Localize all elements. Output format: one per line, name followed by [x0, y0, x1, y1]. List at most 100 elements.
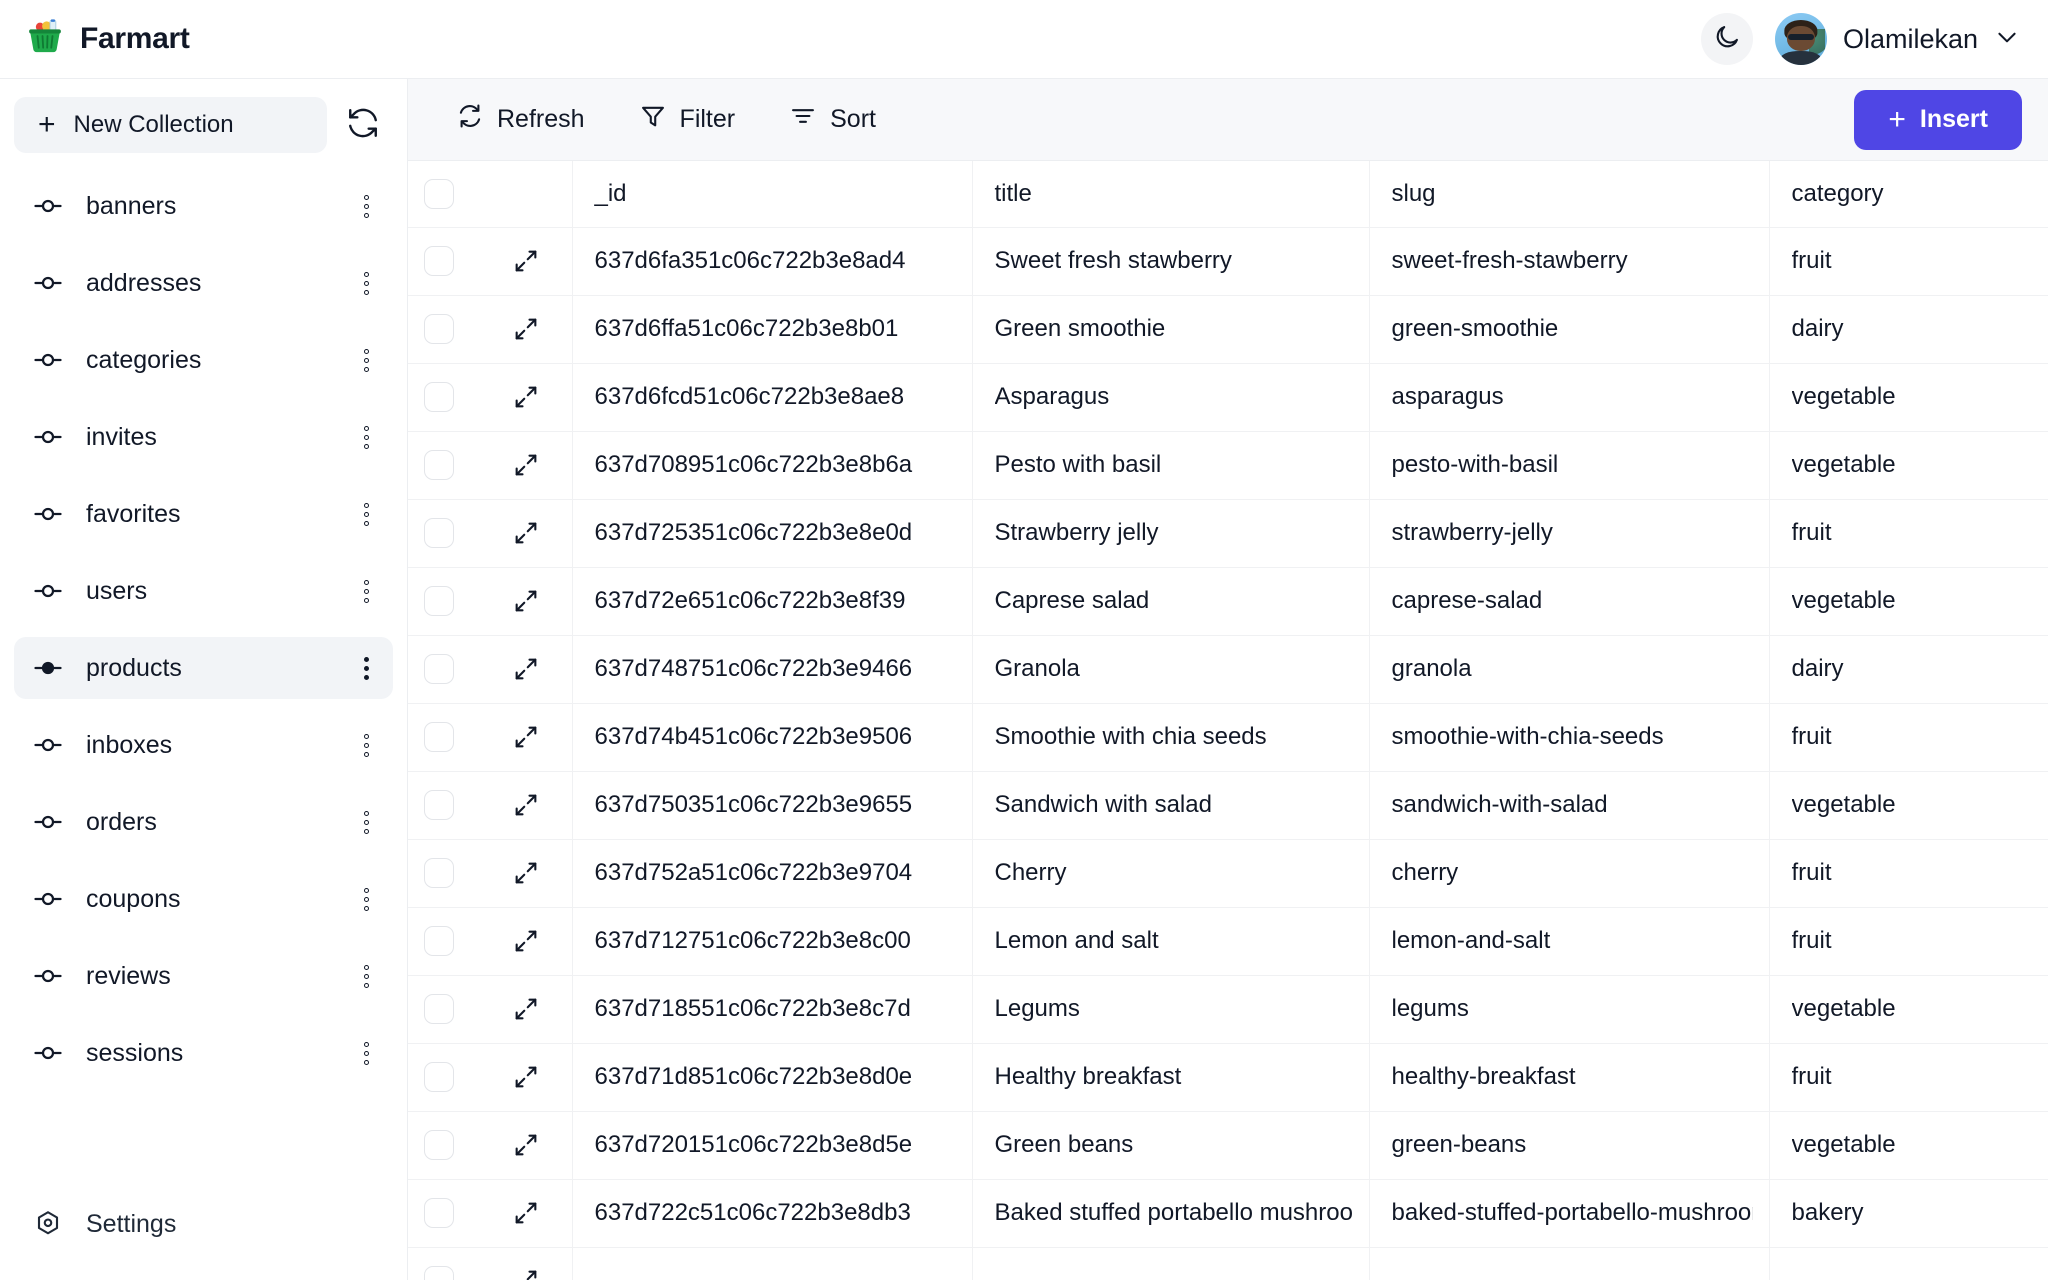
table-row[interactable]: 637d71d851c06c722b3e8d0eHealthy breakfas… — [408, 1043, 2048, 1111]
table-row[interactable]: 637d725351c06c722b3e8e0dStrawberry jelly… — [408, 499, 2048, 567]
row-expand-cell[interactable] — [480, 635, 572, 703]
cell-category[interactable]: vegetable — [1769, 1111, 2048, 1179]
row-expand-cell[interactable] — [480, 975, 572, 1043]
cell-category[interactable]: vegetable — [1769, 975, 2048, 1043]
cell-title[interactable]: Lemon and salt — [972, 907, 1369, 975]
more-vertical-icon[interactable] — [358, 189, 375, 224]
checkbox-unchecked-icon[interactable] — [424, 586, 454, 616]
cell-category[interactable]: vegetable — [1769, 567, 2048, 635]
cell-slug[interactable]: lemon-and-salt — [1369, 907, 1769, 975]
cell-slug[interactable]: granola — [1369, 635, 1769, 703]
row-select-cell[interactable] — [408, 635, 480, 703]
checkbox-unchecked-icon[interactable] — [424, 994, 454, 1024]
row-select-cell[interactable] — [408, 567, 480, 635]
cell-id[interactable] — [572, 1247, 972, 1280]
user-menu[interactable]: Olamilekan — [1775, 13, 2020, 65]
expand-diagonal-icon[interactable] — [496, 655, 556, 683]
cell-category[interactable]: dairy — [1769, 635, 2048, 703]
data-table-container[interactable]: _id title slug category 637d6fa351c06c72… — [408, 161, 2048, 1280]
cell-slug[interactable]: strawberry-jelly — [1369, 499, 1769, 567]
checkbox-unchecked-icon[interactable] — [424, 926, 454, 956]
checkbox-unchecked-icon[interactable] — [424, 790, 454, 820]
sidebar-item-coupons[interactable]: coupons — [14, 868, 393, 930]
row-expand-cell[interactable] — [480, 295, 572, 363]
table-row[interactable]: 637d72e651c06c722b3e8f39Caprese saladcap… — [408, 567, 2048, 635]
checkbox-unchecked-icon[interactable] — [424, 246, 454, 276]
cell-category[interactable]: fruit — [1769, 1043, 2048, 1111]
table-row[interactable]: 637d708951c06c722b3e8b6aPesto with basil… — [408, 431, 2048, 499]
checkbox-unchecked-icon[interactable] — [424, 314, 454, 344]
cell-id[interactable]: 637d71d851c06c722b3e8d0e — [572, 1043, 972, 1111]
row-expand-cell[interactable] — [480, 431, 572, 499]
cell-title[interactable]: Strawberry jelly — [972, 499, 1369, 567]
theme-toggle-button[interactable] — [1701, 13, 1753, 65]
filter-button[interactable]: Filter — [625, 94, 750, 146]
expand-diagonal-icon[interactable] — [496, 451, 556, 479]
expand-diagonal-icon[interactable] — [496, 995, 556, 1023]
cell-slug[interactable]: cherry — [1369, 839, 1769, 907]
checkbox-unchecked-icon[interactable] — [424, 450, 454, 480]
cell-title[interactable]: Healthy breakfast — [972, 1043, 1369, 1111]
cell-id[interactable]: 637d720151c06c722b3e8d5e — [572, 1111, 972, 1179]
expand-diagonal-icon[interactable] — [496, 723, 556, 751]
cell-category[interactable]: fruit — [1769, 703, 2048, 771]
row-select-cell[interactable] — [408, 1179, 480, 1247]
row-select-cell[interactable] — [408, 703, 480, 771]
row-expand-cell[interactable] — [480, 499, 572, 567]
cell-id[interactable]: 637d750351c06c722b3e9655 — [572, 771, 972, 839]
more-vertical-icon[interactable] — [358, 882, 375, 917]
checkbox-unchecked-icon[interactable] — [424, 382, 454, 412]
cell-id[interactable]: 637d6fa351c06c722b3e8ad4 — [572, 227, 972, 295]
sync-collections-button[interactable] — [341, 103, 385, 147]
column-header-id[interactable]: _id — [572, 161, 972, 227]
sidebar-item-invites[interactable]: invites — [14, 406, 393, 468]
row-select-cell[interactable] — [408, 363, 480, 431]
row-select-cell[interactable] — [408, 975, 480, 1043]
row-select-cell[interactable] — [408, 295, 480, 363]
expand-diagonal-icon[interactable] — [496, 315, 556, 343]
refresh-button[interactable]: Refresh — [442, 94, 599, 146]
row-select-cell[interactable] — [408, 227, 480, 295]
row-select-cell[interactable] — [408, 1111, 480, 1179]
cell-slug[interactable]: sweet-fresh-stawberry — [1369, 227, 1769, 295]
sidebar-item-settings[interactable]: Settings — [14, 1194, 393, 1254]
more-vertical-icon[interactable] — [358, 266, 375, 301]
expand-diagonal-icon[interactable] — [496, 247, 556, 275]
cell-slug[interactable]: asparagus — [1369, 363, 1769, 431]
cell-slug[interactable]: legums — [1369, 975, 1769, 1043]
checkbox-unchecked-icon[interactable] — [424, 179, 454, 209]
cell-category[interactable]: fruit — [1769, 839, 2048, 907]
row-expand-cell[interactable] — [480, 1179, 572, 1247]
cell-id[interactable]: 637d72e651c06c722b3e8f39 — [572, 567, 972, 635]
cell-id[interactable]: 637d6fcd51c06c722b3e8ae8 — [572, 363, 972, 431]
row-expand-cell[interactable] — [480, 1111, 572, 1179]
expand-diagonal-icon[interactable] — [496, 859, 556, 887]
cell-id[interactable]: 637d718551c06c722b3e8c7d — [572, 975, 972, 1043]
row-expand-cell[interactable] — [480, 771, 572, 839]
checkbox-unchecked-icon[interactable] — [424, 1266, 454, 1280]
row-expand-cell[interactable] — [480, 567, 572, 635]
sidebar-item-sessions[interactable]: sessions — [14, 1022, 393, 1084]
column-header-category[interactable]: category — [1769, 161, 2048, 227]
table-row[interactable]: 637d6fcd51c06c722b3e8ae8Asparagusasparag… — [408, 363, 2048, 431]
cell-title[interactable]: Caprese salad — [972, 567, 1369, 635]
sort-button[interactable]: Sort — [775, 94, 890, 146]
more-vertical-icon[interactable] — [358, 574, 375, 609]
more-vertical-icon[interactable] — [358, 1036, 375, 1071]
row-expand-cell[interactable] — [480, 703, 572, 771]
sidebar-item-addresses[interactable]: addresses — [14, 252, 393, 314]
cell-slug[interactable]: green-smoothie — [1369, 295, 1769, 363]
cell-category[interactable]: dairy — [1769, 295, 2048, 363]
expand-diagonal-icon[interactable] — [496, 927, 556, 955]
cell-slug[interactable] — [1369, 1247, 1769, 1280]
checkbox-unchecked-icon[interactable] — [424, 858, 454, 888]
sidebar-item-users[interactable]: users — [14, 560, 393, 622]
row-expand-cell[interactable] — [480, 227, 572, 295]
row-select-cell[interactable] — [408, 907, 480, 975]
cell-title[interactable]: Granola — [972, 635, 1369, 703]
cell-title[interactable]: Cherry — [972, 839, 1369, 907]
cell-id[interactable]: 637d708951c06c722b3e8b6a — [572, 431, 972, 499]
row-expand-cell[interactable] — [480, 1247, 572, 1280]
select-all-cell[interactable] — [408, 161, 480, 227]
sidebar-item-orders[interactable]: orders — [14, 791, 393, 853]
